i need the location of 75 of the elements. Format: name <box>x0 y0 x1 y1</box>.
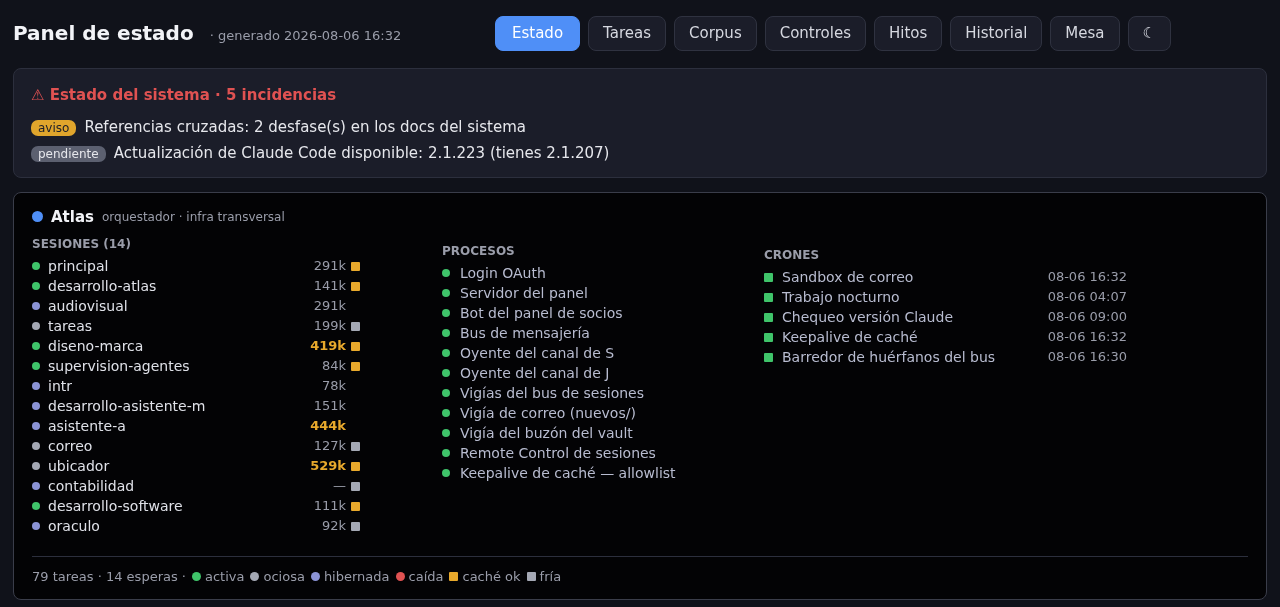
session-name: intr <box>48 376 73 396</box>
legend-label: caché ok <box>462 568 521 586</box>
session-name: ubicador <box>48 456 111 476</box>
page-title: Panel de estado <box>13 20 194 47</box>
cron-name: Keepalive de caché <box>782 327 919 347</box>
section-heading: SESIONES (14) <box>32 236 132 253</box>
agent-name: Atlas <box>51 206 94 228</box>
cron-timestamp: 08-06 16:32 <box>1047 328 1127 347</box>
generated-timestamp: · generado 2026-08-06 16:32 <box>209 27 402 45</box>
session-name: tareas <box>48 316 93 336</box>
process-name: Vigía de correo (nuevos/) <box>460 403 636 423</box>
process-name: Bot del panel de socios <box>460 303 623 323</box>
legend-label: fría <box>539 568 562 586</box>
session-name: correo <box>48 436 94 456</box>
token-count: 419k <box>310 337 346 356</box>
legend-label: ociosa <box>263 568 305 586</box>
cron-timestamp: 08-06 16:32 <box>1047 268 1127 287</box>
process-name: Vigías del bus de sesiones <box>460 383 644 403</box>
legend-label: hibernada <box>323 568 390 586</box>
session-name: desarrollo-atlas <box>48 276 158 296</box>
alert-message: Actualización de Claude Code disponible: 2.1.223 (tienes 2.1.207) <box>113 143 610 165</box>
token-count: 444k <box>310 417 346 436</box>
section-heading: CRONES <box>764 247 821 264</box>
process-name: Oyente del canal de S <box>460 343 615 363</box>
legend-label: caída <box>408 568 444 586</box>
token-count: 92k <box>321 517 346 536</box>
token-count: 199k <box>313 317 346 336</box>
token-count: 127k <box>313 437 346 456</box>
token-count: 84k <box>321 357 346 376</box>
nav-tab[interactable]: Tareas <box>588 15 667 51</box>
session-name: supervision-agentes <box>48 356 191 376</box>
token-count: 291k <box>313 257 346 276</box>
alert-message: Referencias cruzadas: 2 desfase(s) en los docs del sistema <box>84 117 526 139</box>
token-count: 291k <box>313 297 346 316</box>
process-name: Oyente del canal de J <box>460 363 610 383</box>
process-name: Keepalive de caché — allowlist <box>460 463 676 483</box>
nav-tab[interactable]: Controles <box>764 15 866 51</box>
nav-tab[interactable]: ☾ <box>1127 15 1171 51</box>
session-name: contabilidad <box>48 476 136 496</box>
token-count: 141k <box>313 277 346 296</box>
token-count: 151k <box>313 397 346 416</box>
nav-tab[interactable]: Historial <box>950 15 1043 51</box>
token-count: 111k <box>313 497 346 516</box>
agent-role: orquestador · infra transversal <box>102 208 285 226</box>
task-summary: 79 tareas · 14 esperas · <box>32 568 186 586</box>
session-name: desarrollo-software <box>48 496 184 516</box>
process-name: Login OAuth <box>460 263 546 283</box>
cron-timestamp: 08-06 04:07 <box>1047 288 1127 307</box>
session-name: diseno-marca <box>48 336 145 356</box>
cron-name: Trabajo nocturno <box>782 287 901 307</box>
cron-timestamp: 08-06 16:30 <box>1047 348 1127 367</box>
process-name: Vigía del buzón del vault <box>460 423 633 443</box>
session-name: audiovisual <box>48 296 129 316</box>
process-name: Servidor del panel <box>460 283 588 303</box>
status-badge: aviso <box>31 119 77 136</box>
token-count: — <box>333 477 346 496</box>
process-name: Bus de mensajería <box>460 323 590 343</box>
session-name: oraculo <box>48 516 101 536</box>
cron-name: Sandbox de correo <box>782 267 915 287</box>
session-name: desarrollo-asistente-m <box>48 396 207 416</box>
legend-label: activa <box>205 568 245 586</box>
nav-tab[interactable]: Hitos <box>873 15 943 51</box>
nav-tab[interactable]: Mesa <box>1050 15 1120 51</box>
session-name: asistente-a <box>48 416 127 436</box>
token-count: 529k <box>310 457 346 476</box>
session-name: principal <box>48 256 110 276</box>
process-name: Remote Control de sesiones <box>460 443 656 463</box>
alert-title: ⚠ Estado del sistema · 5 incidencias <box>31 85 338 106</box>
nav-tab[interactable]: Corpus <box>674 15 757 51</box>
token-count: 78k <box>321 377 346 396</box>
section-heading: PROCESOS <box>442 243 516 260</box>
status-badge: pendiente <box>31 145 106 162</box>
cron-name: Chequeo versión Claude <box>782 307 954 327</box>
cron-timestamp: 08-06 09:00 <box>1047 308 1127 327</box>
cron-name: Barredor de huérfanos del bus <box>782 347 997 367</box>
